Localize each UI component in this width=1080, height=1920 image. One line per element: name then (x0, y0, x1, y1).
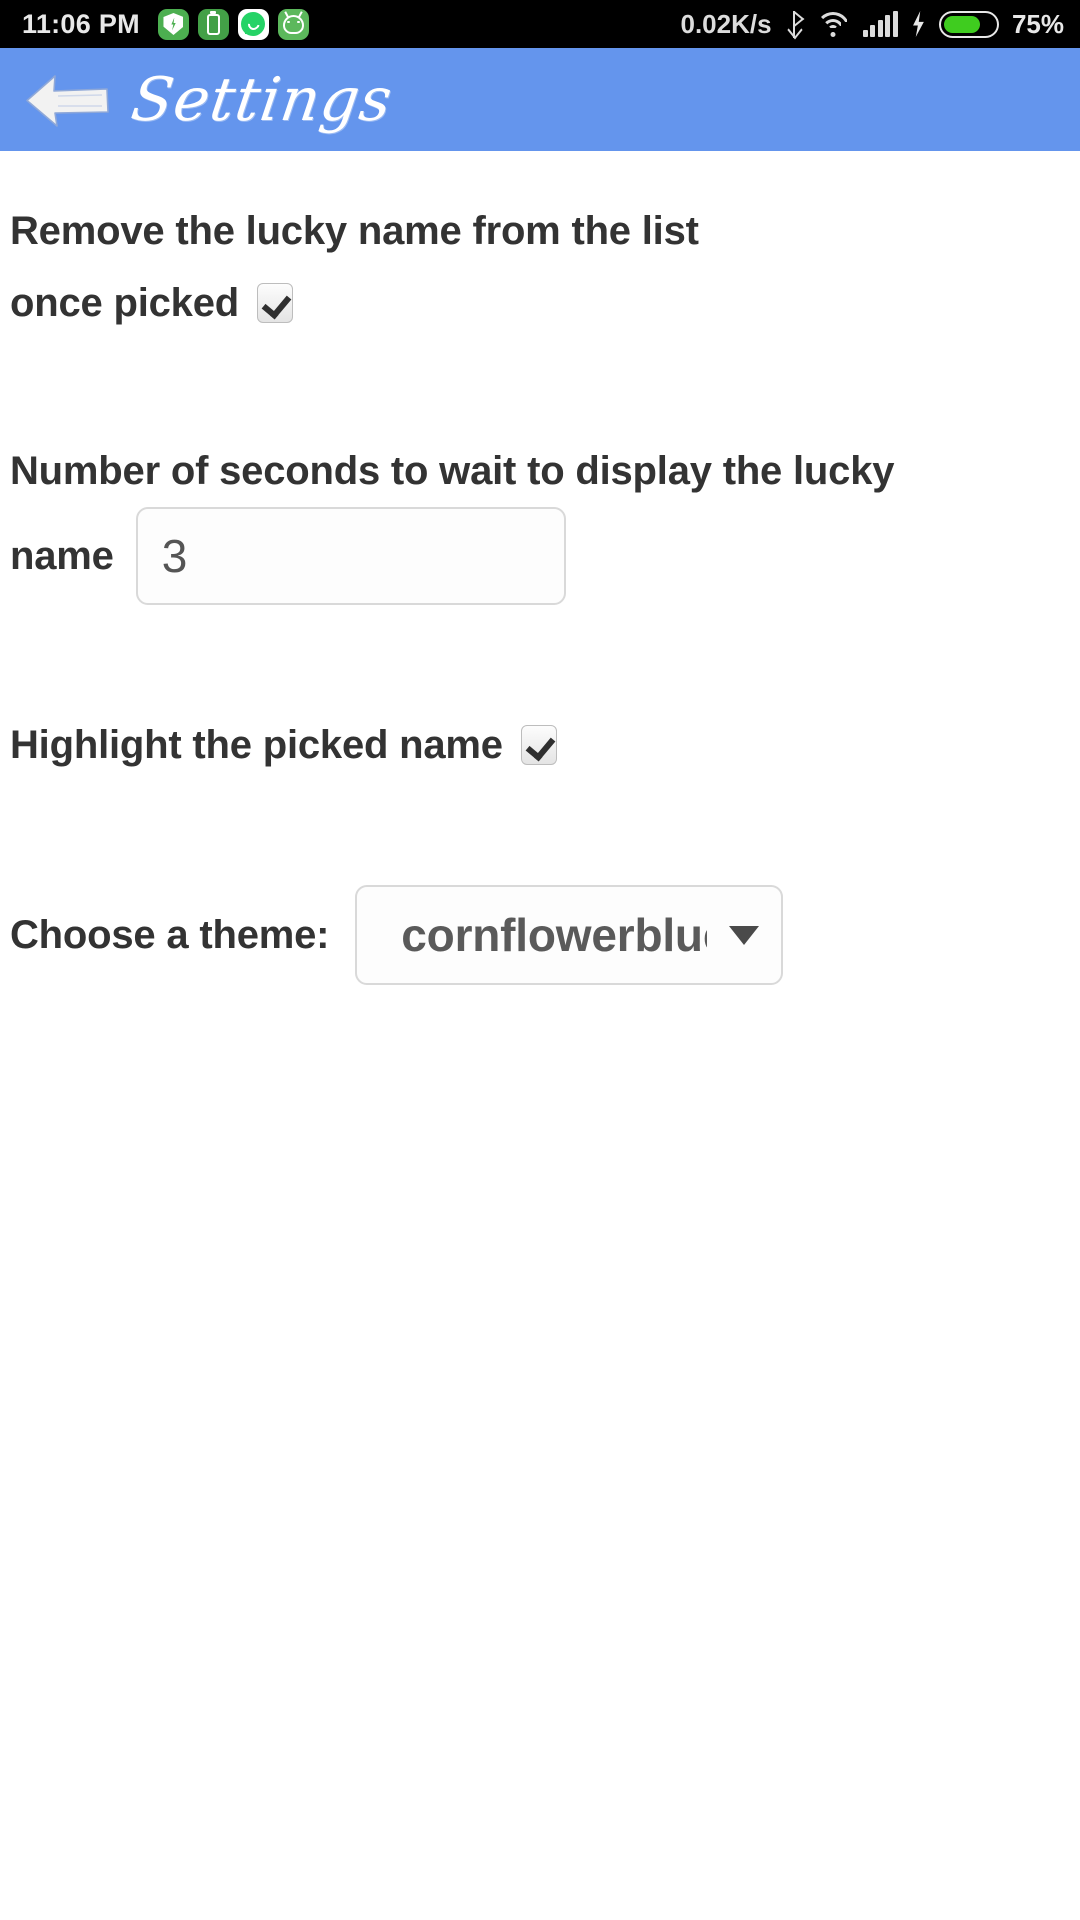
bluetooth-icon (785, 10, 804, 39)
back-arrow-icon[interactable] (24, 69, 110, 131)
theme-select[interactable]: cornflowerblue (355, 885, 784, 985)
status-bar: 11:06 PM 0.02K/s 75% (0, 0, 1080, 48)
cellular-signal-icon (862, 10, 898, 37)
status-bar-system-icons: 0.02K/s 75% (680, 8, 1064, 40)
status-bar-notification-icons (157, 8, 309, 40)
battery-saver-shield-icon (157, 8, 189, 40)
setting-remove-lucky-name-label-line1: Remove the lucky name from the list (10, 209, 699, 253)
app-header: Settings (0, 48, 1080, 151)
charging-bolt-icon (913, 11, 924, 37)
setting-highlight-picked-name: Highlight the picked name (0, 709, 1080, 781)
setting-remove-lucky-name: Remove the lucky name from the list once… (0, 195, 1080, 339)
setting-highlight-picked-name-label: Highlight the picked name (10, 723, 503, 767)
setting-wait-seconds-label: Number of seconds to wait to display the… (10, 435, 1070, 605)
remove-lucky-name-checkbox[interactable] (257, 283, 293, 323)
battery-percent-label: 75% (1011, 8, 1064, 39)
status-clock: 11:06 PM (22, 8, 140, 39)
network-speed-label: 0.02K/s (680, 8, 772, 39)
setting-wait-seconds-label-line2: name (10, 534, 114, 578)
setting-remove-lucky-name-label-line2: once picked (10, 281, 239, 325)
settings-content: Remove the lucky name from the list once… (0, 151, 1080, 985)
theme-select-value: cornflowerblue (401, 909, 708, 961)
android-app-icon (277, 8, 309, 40)
wait-seconds-input[interactable] (135, 507, 566, 605)
setting-theme: Choose a theme: cornflowerblue (0, 885, 1080, 985)
chevron-down-icon[interactable] (707, 925, 781, 945)
setting-remove-lucky-name-label: Remove the lucky name from the list once… (10, 195, 1070, 339)
page-title: Settings (127, 64, 397, 135)
theme-select-wrapper[interactable]: cornflowerblue (355, 885, 784, 985)
battery-icon (938, 10, 999, 38)
highlight-picked-name-checkbox[interactable] (520, 725, 557, 765)
setting-wait-seconds: Number of seconds to wait to display the… (0, 435, 1080, 605)
setting-theme-label: Choose a theme: (10, 913, 330, 957)
whatsapp-icon (237, 8, 269, 40)
wifi-icon (815, 11, 850, 37)
battery-app-icon (197, 8, 229, 40)
setting-wait-seconds-label-line1: Number of seconds to wait to display the… (10, 449, 895, 493)
